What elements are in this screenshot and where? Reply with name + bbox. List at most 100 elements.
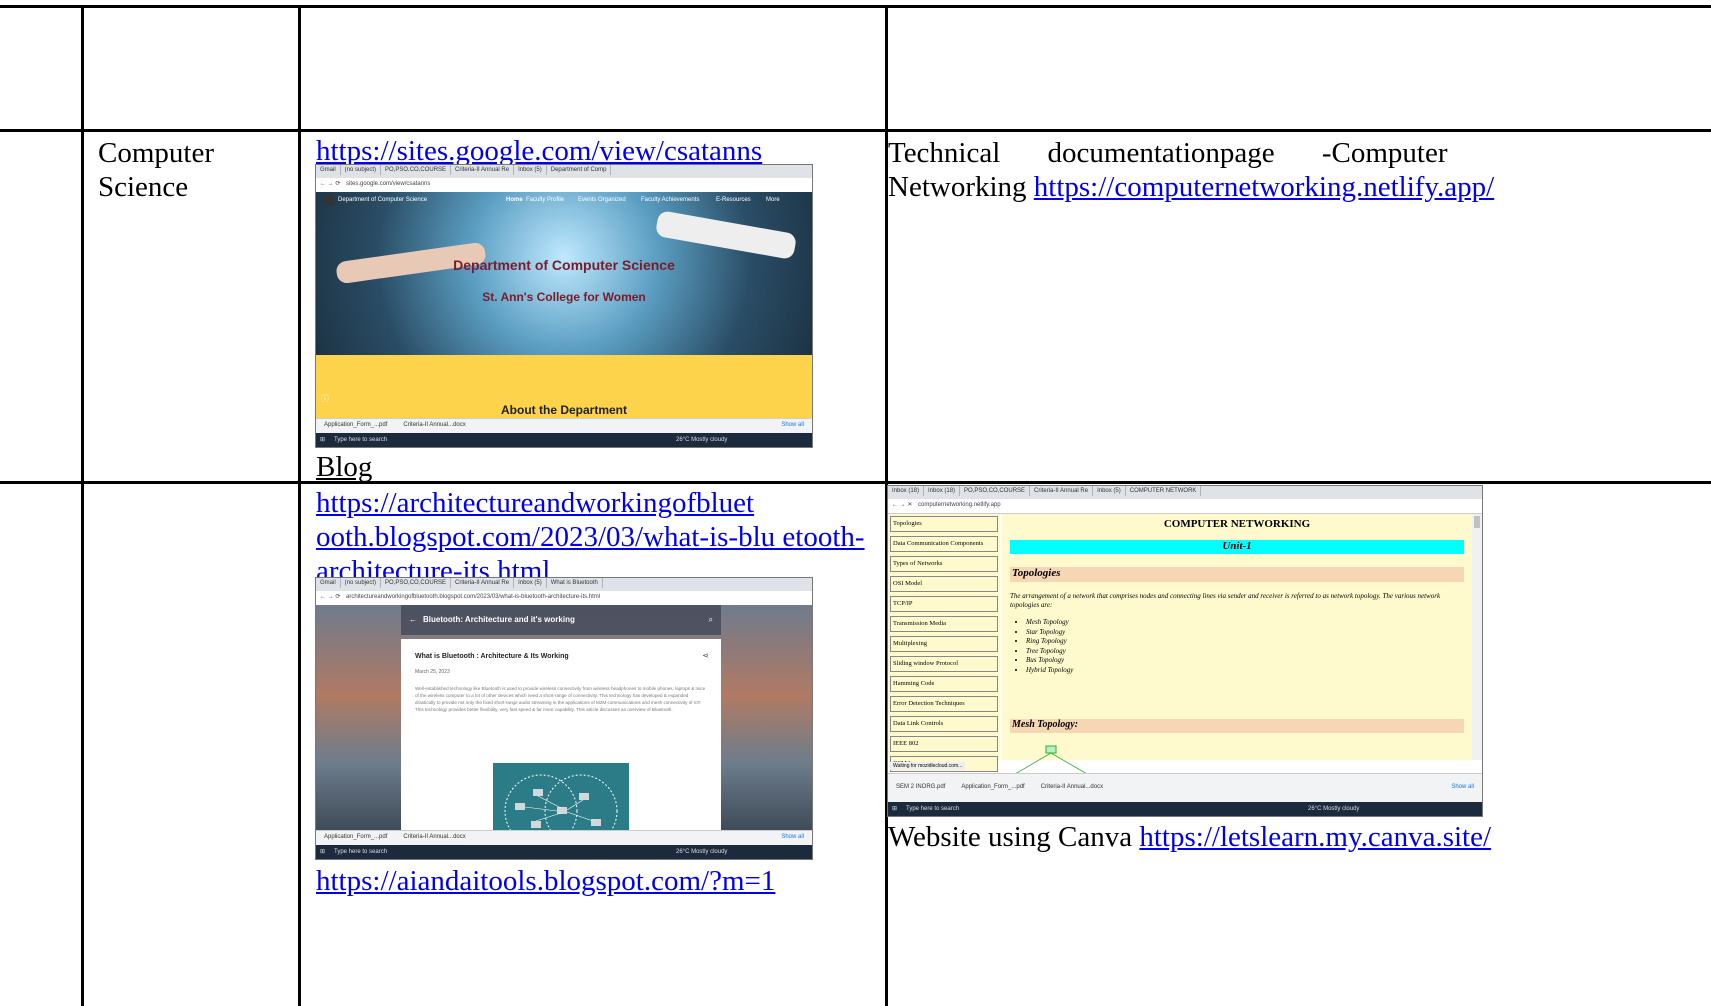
share-icon[interactable]: ⋖	[702, 651, 709, 660]
browser-tab-bar: Inbox (18) Inbox (18) PO,PSO,CO,COURSE Crit…	[888, 486, 1482, 499]
site-nav-events[interactable]: Events Organized	[578, 197, 626, 203]
download-item[interactable]: Application_Form_...pdf	[961, 784, 1024, 790]
browser-address-bar: ← → ✕ computernetworking.netlify.app	[888, 499, 1482, 514]
show-all-button[interactable]: Show all	[781, 834, 804, 840]
download-bar: SEM 2 INORG.pdf Application_Form_...pdf Cr…	[888, 773, 1482, 802]
windows-taskbar: ⊞ Type here to search 26°C Mostly cloudy	[316, 845, 812, 859]
net-status-text: Waiting for mozidlecloud.com...	[890, 762, 966, 770]
site-nav-faculty[interactable]: Faculty Profile	[526, 197, 564, 203]
net-scrollbar[interactable]	[1472, 514, 1482, 760]
blog-post-title: What is Bluetooth : Architecture & Its W…	[415, 653, 569, 660]
net-sidebar-item[interactable]: Transmission Media	[890, 616, 998, 632]
download-bar: Application_Form_...pdf Criteria-II Annua…	[316, 418, 812, 433]
blog-caption: Blog	[316, 451, 373, 483]
site-nav: Department of Computer Science Home Facu…	[316, 194, 812, 208]
browser-tab-bar: Gmail (no subject) PO,PSO,CO,COURSE Criteri…	[316, 165, 812, 178]
net-sidebar-item[interactable]: TCP/IP	[890, 596, 998, 612]
net-sidebar-item[interactable]: Multiplexing	[890, 636, 998, 652]
net-topology-item: Star Topology	[1026, 628, 1073, 638]
browser-address-bar: ← → ⟳ sites.google.com/view/csatanns	[316, 178, 812, 193]
net-mesh-heading: Mesh Topology:	[1010, 719, 1464, 733]
download-bar: Application_Form_...pdf Criteria-II Annua…	[316, 830, 812, 845]
site-hero: Department of Computer Science Home Facu…	[316, 192, 812, 355]
net-sidebar-item[interactable]: Data Communication Components	[890, 536, 998, 552]
net-section-heading: Topologies	[1010, 567, 1464, 582]
table-col-border-1	[81, 5, 84, 1006]
windows-start-icon[interactable]: ⊞	[892, 805, 897, 812]
bluetooth-blog-link[interactable]: https://architectureandworkingofbluet oo…	[316, 486, 876, 588]
address-url: architectureandworkingofbluetooth.blogsp…	[346, 594, 601, 600]
download-item[interactable]: Criteria-II Annual...docx	[403, 834, 465, 840]
computer-networking-link[interactable]: https://computernetworking.netlify.app/	[1034, 171, 1494, 203]
net-title: COMPUTER NETWORKING	[1163, 518, 1311, 530]
taskbar-search[interactable]: Type here to search	[334, 849, 387, 855]
net-intro: The arrangement of a network that compri…	[1010, 592, 1441, 609]
screenshot-computer-networking: Inbox (18) Inbox (18) PO,PSO,CO,COURSE Crit…	[887, 485, 1483, 817]
net-topology-item: Tree Topology	[1026, 647, 1073, 657]
sites-google-link[interactable]: https://sites.google.com/view/csatanns	[316, 134, 762, 168]
net-sidebar-item[interactable]: Types of Networks	[890, 556, 998, 572]
blog-header-bar: ← Bluetooth: Architecture and it's worki…	[401, 605, 721, 635]
download-item[interactable]: SEM 2 INORG.pdf	[896, 784, 945, 790]
site-hero-title: Department of Computer Science	[453, 257, 675, 273]
net-sidebar-item[interactable]: Data Link Controls	[890, 716, 998, 732]
bluetooth-blog-link-block: https://architectureandworkingofbluet oo…	[316, 486, 876, 588]
address-url: sites.google.com/view/csatanns	[346, 181, 431, 187]
taskbar-search[interactable]: Type here to search	[334, 437, 387, 443]
site-yellow-section: ⓘ About the Department	[316, 355, 812, 419]
net-sidebar-item[interactable]: OSI Model	[890, 576, 998, 592]
download-item[interactable]: Application_Form_...pdf	[324, 834, 387, 840]
download-item[interactable]: Criteria-II Annual...docx	[1041, 784, 1103, 790]
windows-taskbar: ⊞ Type here to search 26°C Mostly cloudy	[316, 433, 812, 447]
blog-header-title: Bluetooth: Architecture and it's working	[423, 615, 575, 624]
site-logo-icon	[324, 195, 334, 205]
department-name: Computer Science	[98, 137, 214, 203]
windows-start-icon[interactable]: ⊞	[320, 848, 325, 855]
site-nav-achievements[interactable]: Faculty Achievements	[641, 197, 699, 203]
back-arrow-icon: ← → ✕	[892, 502, 913, 508]
net-sidebar-item[interactable]: Error Detection Techniques	[890, 696, 998, 712]
net-sidebar: Topologies Data Communication Components T…	[888, 514, 1000, 792]
tech-doc-label: Technical documentationpage -Computer Ne…	[888, 136, 1508, 204]
site-nav-eresources[interactable]: E-Resources	[716, 197, 751, 203]
screenshot-bluetooth-blog: Gmail (no subject) PO,PSO,CO,COURSE Criteri…	[315, 577, 813, 860]
net-sidebar-item[interactable]: IEEE 802	[890, 736, 998, 752]
net-topology-item: Ring Topology	[1026, 637, 1073, 647]
bluetooth-link-line: ooth.blogspot.com/2023/03/what-is-blu et…	[316, 521, 865, 553]
net-content: COMPUTER NETWORKING Unit-1 Topologies Th…	[1002, 514, 1472, 782]
net-sidebar-item[interactable]: Topologies	[890, 516, 998, 532]
windows-taskbar: ⊞ Type here to search 26°C Mostly cloudy	[888, 802, 1482, 816]
taskbar-weather: 26°C Mostly cloudy	[1308, 806, 1360, 812]
canva-label: Website using Canva https://letslearn.my…	[888, 820, 1491, 854]
table-row-divider-2	[0, 481, 1711, 484]
download-item[interactable]: Application_Form_...pdf	[324, 422, 387, 428]
search-icon[interactable]: ⌕	[709, 615, 713, 625]
browser-tab-bar: Gmail (no subject) PO,PSO,CO,COURSE Criteri…	[316, 578, 812, 591]
show-all-button[interactable]: Show all	[1451, 784, 1474, 790]
table-col-border-2	[298, 5, 301, 1006]
net-topology-list: Mesh TopologyStar TopologyRing TopologyT…	[1010, 618, 1073, 675]
taskbar-search[interactable]: Type here to search	[906, 806, 959, 812]
ai-tools-blog-link[interactable]: https://aiandaitools.blogspot.com/?m=1	[316, 864, 775, 898]
site-brand: Department of Computer Science	[338, 197, 428, 203]
net-sidebar-list: Topologies Data Communication Components T…	[888, 516, 1000, 792]
table-border-top	[0, 5, 1711, 8]
canva-site-link[interactable]: https://letslearn.my.canva.site/	[1139, 821, 1491, 853]
net-topology-item: Mesh Topology	[1026, 618, 1073, 628]
canva-text: Website using Canva	[888, 821, 1133, 853]
bluetooth-link-line: https://architectureandworkingofbluet	[316, 487, 755, 519]
back-icon[interactable]: ←	[409, 615, 417, 624]
net-topology-item: Hybrid Topology	[1026, 666, 1073, 676]
net-sidebar-item[interactable]: Hamming Code	[890, 676, 998, 692]
document-page: Computer Science https://sites.google.co…	[0, 0, 1711, 1006]
site-nav-more[interactable]: More	[766, 197, 780, 203]
show-all-button[interactable]: Show all	[781, 422, 804, 428]
net-topology-item: Bus Topology	[1026, 656, 1073, 666]
site-about-heading: About the Department	[501, 403, 627, 417]
windows-start-icon[interactable]: ⊞	[320, 436, 325, 443]
net-sidebar-item[interactable]: Sliding window Protocol	[890, 656, 998, 672]
browser-address-bar: ← → ⟳ architectureandworkingofbluetooth.b…	[316, 591, 812, 606]
download-item[interactable]: Criteria-II Annual...docx	[403, 422, 465, 428]
taskbar-weather: 26°C Mostly cloudy	[676, 849, 728, 855]
site-nav-home[interactable]: Home	[506, 197, 523, 203]
